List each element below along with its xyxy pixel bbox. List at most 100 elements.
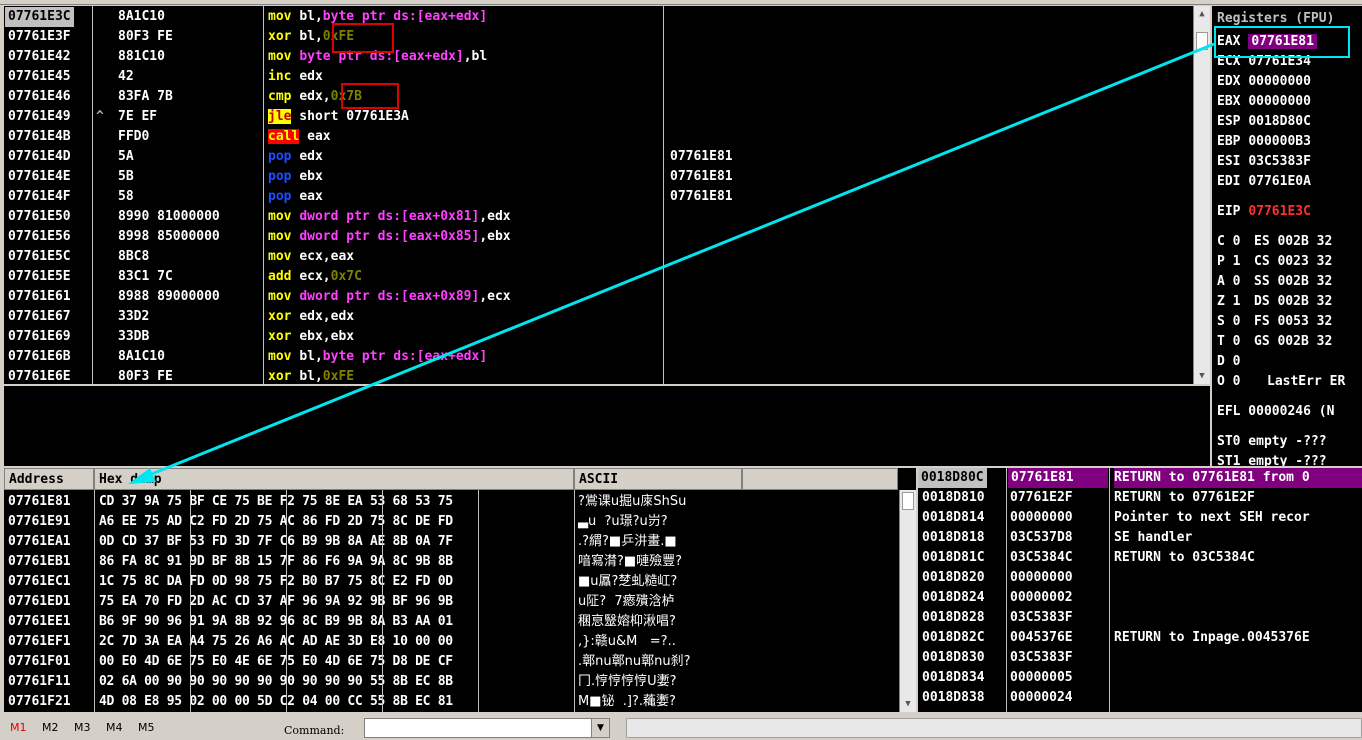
register-value[interactable]: 00000000 <box>1248 94 1311 109</box>
eip-value[interactable]: 07761E3C <box>1248 204 1311 219</box>
flag-bit[interactable]: C 0 <box>1217 234 1240 249</box>
stack-row[interactable]: 0018D81C 03C5384C RETURN to 03C5384C <box>918 548 1362 568</box>
disasm-row[interactable]: 07761E61 8988 89000000 mov dword ptr ds:[e… <box>4 287 1194 307</box>
dump-hex[interactable]: 00 E0 4D 6E 75 E0 4E 6E 75 E0 4D 6E 75 D… <box>99 652 453 672</box>
segment-register[interactable]: SS 002B 32 <box>1254 272 1332 292</box>
register-esp[interactable]: ESP 0018D80C <box>1212 112 1362 132</box>
disasm-instruction[interactable]: call eax <box>268 127 331 147</box>
dump-ascii[interactable]: u阷? 7瘱殨浛栌 <box>578 592 675 612</box>
dump-address[interactable]: 07761F01 <box>8 652 71 672</box>
dump-row[interactable]: 07761EE1 B6 9F 90 96 91 9A 8B 92 96 8C B9… <box>4 612 898 632</box>
dump-ascii[interactable]: 稛恴毉嫆枊湫唱? <box>578 612 676 632</box>
registers-title[interactable]: Registers (FPU) <box>1212 6 1362 26</box>
stack-value[interactable]: 00000002 <box>1010 588 1073 608</box>
flag-bit[interactable]: A 0 <box>1217 274 1240 289</box>
disasm-address[interactable]: 07761E4B <box>8 127 71 147</box>
dump-row[interactable]: 07761EA1 0D CD 37 BF 53 FD 3D 7F C6 B9 9B… <box>4 532 898 552</box>
disasm-instruction[interactable]: add ecx,0x7C <box>268 267 362 287</box>
dump-ascii[interactable]: .鄣nu鄣nu鄣nu刹? <box>578 652 690 672</box>
stack-value[interactable]: 00000000 <box>1010 508 1073 528</box>
disasm-instruction[interactable]: mov ecx,eax <box>268 247 354 267</box>
flag-bit[interactable]: P 1 <box>1217 254 1240 269</box>
disasm-row[interactable]: 07761E4D 5A pop edx 07761E81 <box>4 147 1194 167</box>
disasm-address[interactable]: 07761E42 <box>8 47 71 67</box>
disasm-instruction[interactable]: pop ebx <box>268 167 323 187</box>
disassembly-scrollbar[interactable]: ▲ ▼ <box>1193 6 1210 384</box>
disasm-row[interactable]: 07761E42 881C10 mov byte ptr ds:[eax+edx],… <box>4 47 1194 67</box>
dump-hex[interactable]: 75 EA 70 FD 2D AC CD 37 AF 96 9A 92 9B B… <box>99 592 453 612</box>
disasm-instruction[interactable]: pop edx <box>268 147 323 167</box>
stack-value[interactable]: 07761E81 <box>1008 468 1108 488</box>
flag-row[interactable]: S 0 FS 0053 32 <box>1217 312 1362 332</box>
segment-register[interactable]: GS 002B 32 <box>1254 332 1332 352</box>
dump-ascii[interactable]: ■u屭?椘虬糙屸? <box>578 572 677 592</box>
disasm-address[interactable]: 07761E4E <box>8 167 71 187</box>
dump-address[interactable]: 07761E81 <box>8 492 71 512</box>
flag-row[interactable]: Z 1 DS 002B 32 <box>1217 292 1362 312</box>
flag-bit[interactable]: O 0 <box>1217 374 1240 389</box>
disasm-address[interactable]: 07761E49 <box>8 107 71 127</box>
stack-value[interactable]: 00000024 <box>1010 688 1073 708</box>
stack-pane[interactable]: 0018D80C 07761E81 RETURN to 07761E81 from … <box>918 468 1362 712</box>
dump-address[interactable]: 07761EB1 <box>8 552 71 572</box>
disasm-instruction[interactable]: mov dword ptr ds:[eax+0x89],ecx <box>268 287 511 307</box>
disasm-instruction[interactable]: pop eax <box>268 187 323 207</box>
stack-row[interactable]: 0018D824 00000002 <box>918 588 1362 608</box>
stack-address[interactable]: 0018D81C <box>922 548 985 568</box>
dump-row[interactable]: 07761E91 A6 EE 75 AD C2 FD 2D 75 AC 86 FD… <box>4 512 898 532</box>
dump-hex[interactable]: 02 6A 00 90 90 90 90 90 90 90 90 90 55 8… <box>99 672 453 692</box>
register-esi[interactable]: ESI 03C5383F <box>1212 152 1362 172</box>
flag-bit[interactable]: T 0 <box>1217 334 1240 349</box>
dump-scrollbar[interactable]: ▼ <box>899 490 916 712</box>
dump-ascii[interactable]: ,}:赣u&M =?.. <box>578 632 676 652</box>
scroll-up-icon[interactable]: ▲ <box>1194 6 1210 22</box>
disasm-address[interactable]: 07761E3C <box>5 7 74 27</box>
dump-row[interactable]: 07761EB1 86 FA 8C 91 9D BF 8B 15 7F 86 F6… <box>4 552 898 572</box>
segment-register[interactable]: FS 0053 32 <box>1254 312 1332 332</box>
stack-address[interactable]: 0018D824 <box>922 588 985 608</box>
disasm-row[interactable]: 07761E67 33D2 xor edx,edx <box>4 307 1194 327</box>
eip-register[interactable]: EIP 07761E3C <box>1217 202 1362 222</box>
disasm-instruction[interactable]: xor bl,0xFE <box>268 367 354 384</box>
stack-address[interactable]: 0018D814 <box>922 508 985 528</box>
dump-pane[interactable]: Address Hex dump ASCII 07761E81 CD 37 9A … <box>4 468 916 712</box>
disasm-address[interactable]: 07761E50 <box>8 207 71 227</box>
dump-row[interactable]: 07761ED1 75 EA 70 FD 2D AC CD 37 AF 96 9A… <box>4 592 898 612</box>
disasm-row[interactable]: 07761E3F 80F3 FE xor bl,0xFE <box>4 27 1194 47</box>
dump-hex[interactable]: B6 9F 90 96 91 9A 8B 92 96 8C B9 9B 8A B… <box>99 612 453 632</box>
disasm-row[interactable]: 07761E5E 83C1 7C add ecx,0x7C <box>4 267 1194 287</box>
scroll-thumb[interactable] <box>1196 32 1208 50</box>
flag-bit[interactable]: D 0 <box>1217 354 1240 369</box>
flag-row[interactable]: A 0 SS 002B 32 <box>1217 272 1362 292</box>
dump-ascii[interactable]: ▃u ?u璟?u岃? <box>578 512 668 532</box>
flag-row[interactable]: T 0 GS 002B 32 <box>1217 332 1362 352</box>
stack-row[interactable]: 0018D828 03C5383F <box>918 608 1362 628</box>
disasm-row[interactable]: 07761E56 8998 85000000 mov dword ptr ds:[e… <box>4 227 1194 247</box>
register-value[interactable]: 000000B3 <box>1248 134 1311 149</box>
dump-hex[interactable]: 0D CD 37 BF 53 FD 3D 7F C6 B9 9B 8A AE 8… <box>99 532 453 552</box>
st0-value[interactable]: ST0 empty -??? <box>1217 432 1362 452</box>
stack-row[interactable]: 0018D810 07761E2F RETURN to 07761E2F <box>918 488 1362 508</box>
disasm-address[interactable]: 07761E46 <box>8 87 71 107</box>
command-input[interactable]: ▼ <box>364 718 610 738</box>
stack-address[interactable]: 0018D818 <box>922 528 985 548</box>
stack-row[interactable]: 0018D838 00000024 <box>918 688 1362 708</box>
disasm-row[interactable]: 07761E4E 5B pop ebx 07761E81 <box>4 167 1194 187</box>
stack-address[interactable]: 0018D828 <box>922 608 985 628</box>
stack-value[interactable]: 03C5383F <box>1010 608 1073 628</box>
stack-value[interactable]: 00000005 <box>1010 668 1073 688</box>
register-edi[interactable]: EDI 07761E0A <box>1212 172 1362 192</box>
disasm-row[interactable]: 07761E49 ^ 7E EF jle short 07761E3A <box>4 107 1194 127</box>
disasm-instruction[interactable]: mov dword ptr ds:[eax+0x85],ebx <box>268 227 511 247</box>
stack-row[interactable]: 0018D830 03C5383F <box>918 648 1362 668</box>
efl-value[interactable]: EFL 00000246 (N <box>1217 402 1362 422</box>
disasm-instruction[interactable]: xor ebx,ebx <box>268 327 354 347</box>
stack-value[interactable]: 03C5383F <box>1010 648 1073 668</box>
disasm-address[interactable]: 07761E5C <box>8 247 71 267</box>
disasm-row[interactable]: 07761E50 8990 81000000 mov dword ptr ds:[e… <box>4 207 1194 227</box>
dump-row[interactable]: 07761F11 02 6A 00 90 90 90 90 90 90 90 90… <box>4 672 898 692</box>
disasm-address[interactable]: 07761E67 <box>8 307 71 327</box>
stack-value[interactable]: 03C537D8 <box>1010 528 1073 548</box>
dump-row[interactable]: 07761EC1 1C 75 8C DA FD 0D 98 75 F2 B0 B7… <box>4 572 898 592</box>
disasm-address[interactable]: 07761E69 <box>8 327 71 347</box>
